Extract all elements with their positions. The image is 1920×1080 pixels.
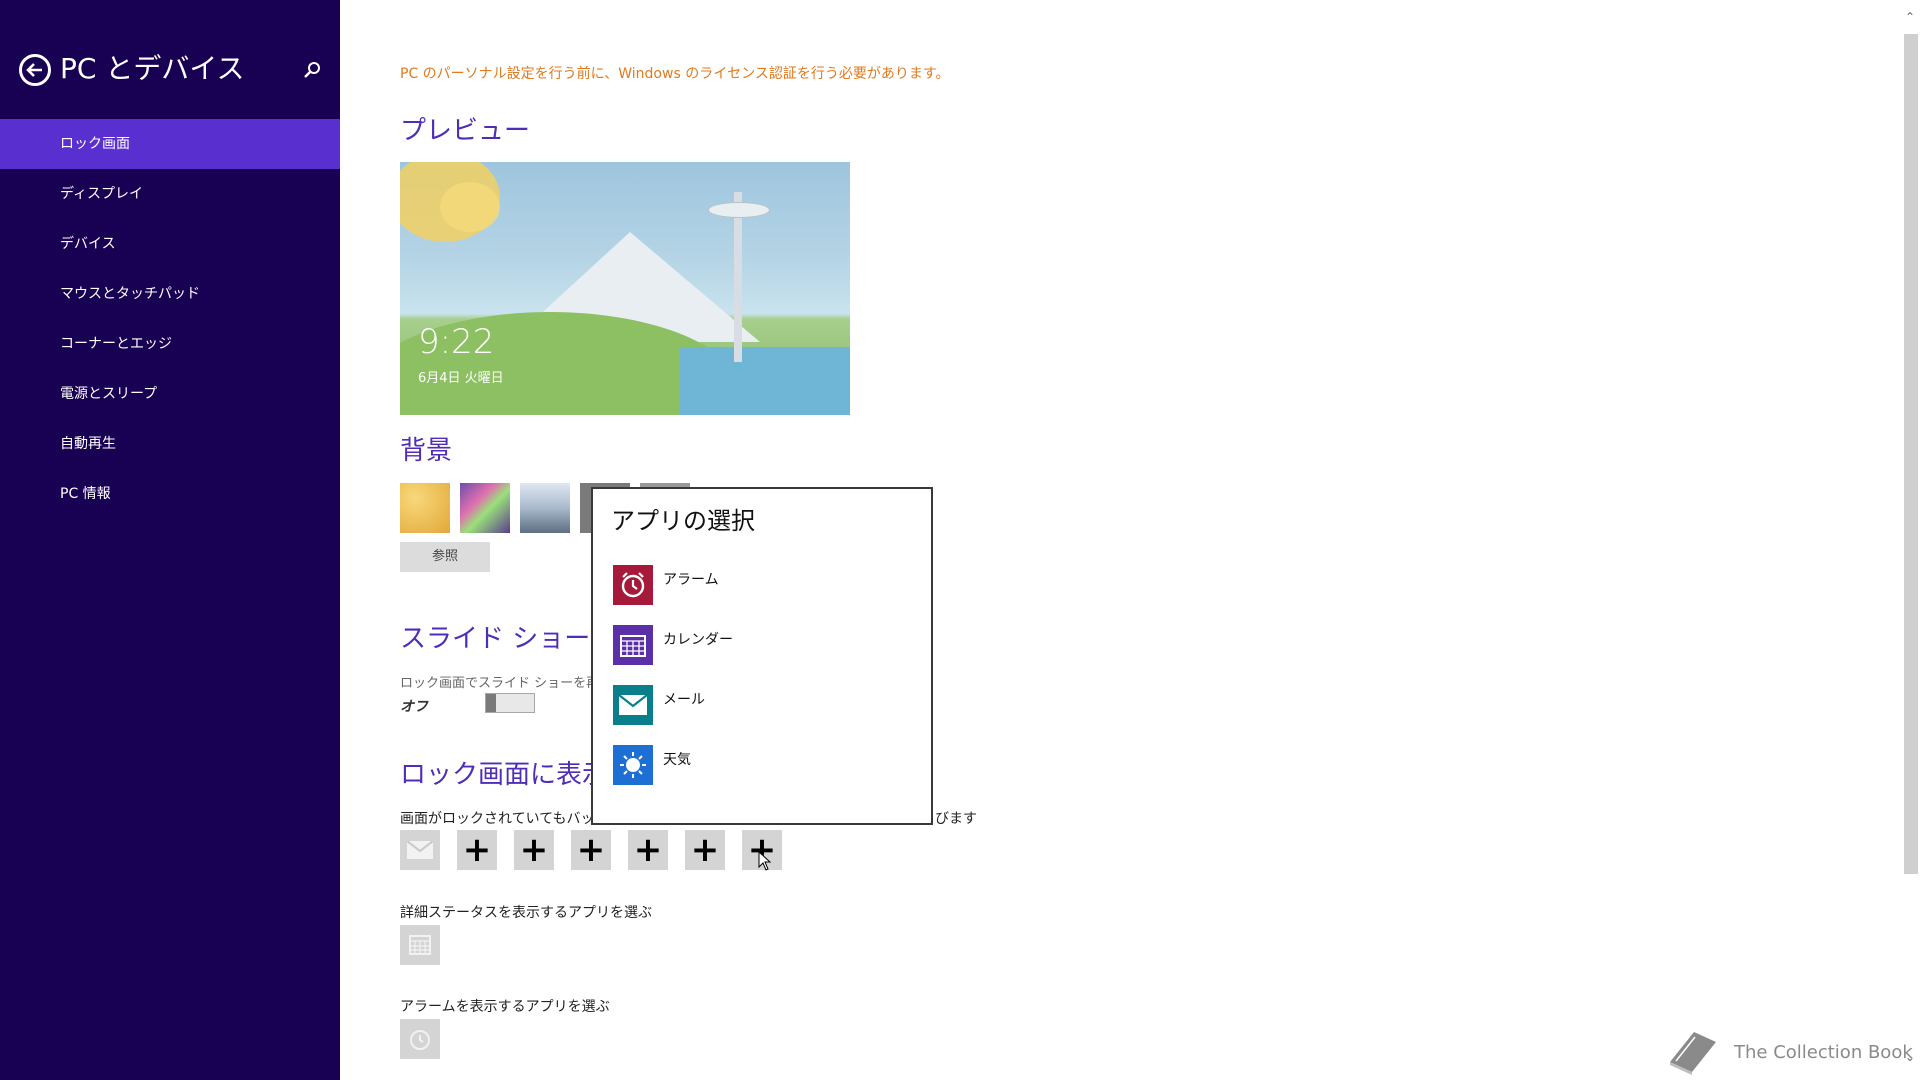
app-picker-popup: アプリの選択 アラーム カレンダー メール 天気 bbox=[591, 487, 933, 825]
plus-icon: + bbox=[462, 830, 492, 870]
sidebar-item-devices[interactable]: デバイス bbox=[0, 219, 340, 269]
slideshow-description: ロック画面でスライド ショーを再生 bbox=[400, 676, 613, 691]
sidebar-title: PC とデバイス bbox=[60, 52, 245, 85]
popup-item-calendar[interactable]: カレンダー bbox=[613, 625, 913, 669]
vertical-scrollbar[interactable]: ⌃ ⌄ bbox=[1900, 0, 1920, 1080]
background-thumb-abstract[interactable] bbox=[460, 483, 510, 533]
background-thumb-road[interactable] bbox=[520, 483, 570, 533]
lock-screen-preview: 9:22 6月4日 火曜日 bbox=[400, 162, 850, 415]
calendar-icon bbox=[409, 935, 431, 955]
slideshow-heading: スライド ショー bbox=[400, 624, 591, 654]
popup-item-alarm[interactable]: アラーム bbox=[613, 565, 913, 609]
search-icon[interactable] bbox=[302, 60, 322, 80]
sidebar-item-autoplay[interactable]: 自動再生 bbox=[0, 419, 340, 469]
scroll-up-icon[interactable]: ⌃ bbox=[1905, 10, 1915, 24]
lock-app-slot-6[interactable]: + bbox=[685, 830, 725, 870]
plus-icon: + bbox=[633, 830, 663, 870]
sidebar-item-display[interactable]: ディスプレイ bbox=[0, 169, 340, 219]
weather-icon bbox=[613, 745, 653, 785]
calendar-icon bbox=[613, 625, 653, 665]
preview-tower-top bbox=[708, 202, 770, 218]
lock-apps-description-tail: びます bbox=[935, 811, 977, 827]
activation-notice: PC のパーソナル設定を行う前に、Windows のライセンス認証を行う必要があ… bbox=[400, 66, 950, 82]
background-thumb-honeycomb[interactable] bbox=[400, 483, 450, 533]
mail-icon bbox=[613, 685, 653, 725]
scroll-thumb[interactable] bbox=[1904, 34, 1918, 874]
book-icon bbox=[1670, 1032, 1716, 1075]
popup-item-label: メール bbox=[663, 692, 705, 708]
plus-icon: + bbox=[690, 830, 720, 870]
sidebar-item-pc-info[interactable]: PC 情報 bbox=[0, 469, 340, 519]
lock-app-slot-mail[interactable] bbox=[400, 830, 440, 870]
preview-heading: プレビュー bbox=[400, 116, 531, 146]
preview-time: 9:22 bbox=[418, 322, 495, 362]
popup-title: アプリの選択 bbox=[611, 507, 755, 535]
toggle-knob bbox=[486, 694, 496, 712]
alarm-icon bbox=[613, 565, 653, 605]
lock-app-slot-4[interactable]: + bbox=[571, 830, 611, 870]
sidebar: PC とデバイス ロック画面 ディスプレイ デバイス マウスとタッチパッド コー… bbox=[0, 0, 340, 1080]
background-heading: 背景 bbox=[400, 436, 453, 466]
sidebar-item-mouse-touchpad[interactable]: マウスとタッチパッド bbox=[0, 269, 340, 319]
lock-app-slot-2[interactable]: + bbox=[457, 830, 497, 870]
popup-item-weather[interactable]: 天気 bbox=[613, 745, 913, 789]
lock-app-slot-5[interactable]: + bbox=[628, 830, 668, 870]
lock-app-slot-3[interactable]: + bbox=[514, 830, 554, 870]
back-arrow-icon bbox=[26, 63, 42, 77]
slideshow-toggle-state: オフ bbox=[400, 699, 428, 715]
detailed-status-slot[interactable] bbox=[400, 925, 440, 965]
watermark: The Collection Book bbox=[1664, 1028, 1913, 1078]
sidebar-item-power-sleep[interactable]: 電源とスリープ bbox=[0, 369, 340, 419]
browse-button[interactable]: 参照 bbox=[400, 542, 490, 572]
preview-water bbox=[680, 347, 850, 415]
plus-icon: + bbox=[576, 830, 606, 870]
slideshow-toggle[interactable] bbox=[485, 693, 535, 713]
popup-item-label: アラーム bbox=[663, 572, 719, 588]
alarm-icon bbox=[410, 1030, 430, 1050]
preview-date: 6月4日 火曜日 bbox=[418, 371, 504, 386]
plus-icon: + bbox=[519, 830, 549, 870]
back-button[interactable] bbox=[19, 54, 51, 86]
popup-item-label: カレンダー bbox=[663, 632, 733, 648]
popup-item-label: 天気 bbox=[663, 752, 691, 768]
popup-item-mail[interactable]: メール bbox=[613, 685, 913, 729]
alarm-label: アラームを表示するアプリを選ぶ bbox=[400, 999, 610, 1015]
sidebar-header: PC とデバイス bbox=[0, 0, 340, 120]
mail-icon bbox=[407, 841, 433, 859]
detailed-status-label: 詳細ステータスを表示するアプリを選ぶ bbox=[400, 905, 652, 921]
watermark-text: The Collection Book bbox=[1734, 1042, 1913, 1063]
mouse-cursor-icon bbox=[758, 851, 772, 871]
preview-cloud bbox=[440, 182, 500, 232]
sidebar-item-lock-screen[interactable]: ロック画面 bbox=[0, 119, 340, 169]
sidebar-item-corners-edges[interactable]: コーナーとエッジ bbox=[0, 319, 340, 369]
alarm-slot[interactable] bbox=[400, 1019, 440, 1059]
